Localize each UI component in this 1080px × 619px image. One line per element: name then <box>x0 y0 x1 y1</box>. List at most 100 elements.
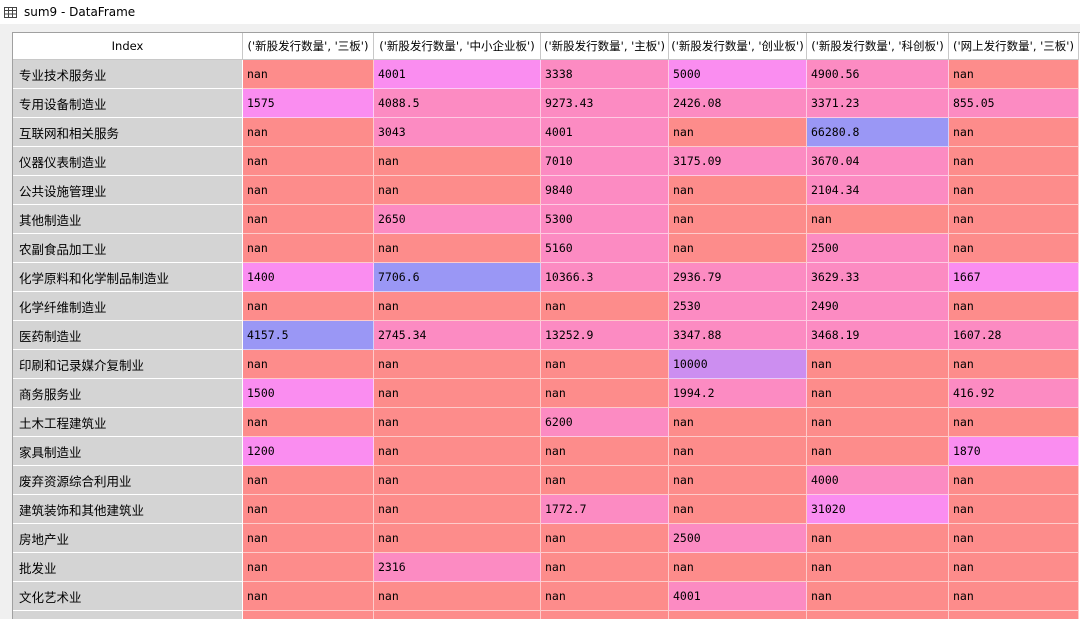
data-cell[interactable]: 1500 <box>243 379 374 408</box>
data-cell[interactable]: nan <box>807 553 949 582</box>
data-cell[interactable]: nan <box>243 553 374 582</box>
data-cell[interactable]: nan <box>541 582 669 611</box>
data-cell[interactable]: nan <box>374 350 541 379</box>
data-cell[interactable]: nan <box>374 379 541 408</box>
data-cell[interactable]: nan <box>669 118 807 147</box>
data-cell[interactable]: nan <box>949 205 1079 234</box>
column-header[interactable]: ('网上发行数量', '三板') <box>949 33 1079 60</box>
row-index-cell[interactable]: 商务服务业 <box>13 379 243 408</box>
data-cell[interactable]: nan <box>949 118 1079 147</box>
data-cell[interactable]: 855.05 <box>949 89 1079 118</box>
row-index-cell[interactable]: 化学纤维制造业 <box>13 292 243 321</box>
data-cell[interactable]: 1772.7 <box>541 495 669 524</box>
data-cell[interactable]: nan <box>374 234 541 263</box>
data-cell[interactable]: nan <box>374 466 541 495</box>
data-cell[interactable]: nan <box>669 205 807 234</box>
row-index-cell[interactable]: 房地产业 <box>13 524 243 553</box>
row-index-cell[interactable]: 专业技术服务业 <box>13 60 243 89</box>
data-cell[interactable]: nan <box>541 524 669 553</box>
data-cell[interactable]: nan <box>541 437 669 466</box>
data-cell[interactable]: 1200 <box>243 437 374 466</box>
data-cell[interactable]: 2936.79 <box>669 263 807 292</box>
data-cell[interactable]: nan <box>541 379 669 408</box>
data-cell[interactable]: 6200 <box>541 408 669 437</box>
data-cell[interactable]: nan <box>807 379 949 408</box>
data-cell[interactable]: 10366.3 <box>541 263 669 292</box>
data-cell[interactable]: 9273.43 <box>541 89 669 118</box>
data-cell[interactable]: 5160 <box>541 234 669 263</box>
data-cell[interactable]: nan <box>243 205 374 234</box>
data-cell[interactable]: 2426.08 <box>669 89 807 118</box>
data-cell[interactable]: 2316 <box>374 553 541 582</box>
data-cell[interactable]: nan <box>949 553 1079 582</box>
data-cell[interactable]: nan <box>949 292 1079 321</box>
data-cell[interactable]: nan <box>243 176 374 205</box>
data-cell[interactable]: nan <box>949 350 1079 379</box>
data-cell[interactable]: nan <box>243 524 374 553</box>
data-cell[interactable]: nan <box>243 147 374 176</box>
data-cell[interactable]: nan <box>243 234 374 263</box>
data-cell[interactable]: nan <box>949 495 1079 524</box>
data-cell[interactable]: 10000 <box>669 350 807 379</box>
data-cell[interactable]: 2650 <box>374 205 541 234</box>
data-cell[interactable]: nan <box>949 408 1079 437</box>
data-cell[interactable]: 1607.28 <box>949 321 1079 350</box>
data-cell[interactable]: 2104.34 <box>807 176 949 205</box>
data-cell[interactable]: 4001 <box>541 118 669 147</box>
data-cell[interactable]: nan <box>807 582 949 611</box>
data-cell[interactable]: nan <box>949 524 1079 553</box>
data-cell[interactable]: nan <box>243 408 374 437</box>
data-cell[interactable]: nan <box>541 350 669 379</box>
data-cell[interactable]: nan <box>669 408 807 437</box>
data-cell[interactable]: nan <box>669 466 807 495</box>
data-cell[interactable]: 5300 <box>541 205 669 234</box>
data-cell[interactable]: nan <box>949 466 1079 495</box>
data-cell[interactable]: nan <box>669 553 807 582</box>
row-index-cell[interactable]: 文化艺术业 <box>13 582 243 611</box>
data-cell[interactable]: 4001 <box>669 582 807 611</box>
row-index-cell[interactable]: 其他制造业 <box>13 205 243 234</box>
data-cell[interactable]: nan <box>669 234 807 263</box>
dataframe-grid-frame[interactable]: Index ('新股发行数量', '三板') ('新股发行数量', '中小企业板'… <box>12 32 1080 619</box>
data-cell[interactable]: 2745.34 <box>374 321 541 350</box>
row-index-cell[interactable]: 农副食品加工业 <box>13 234 243 263</box>
data-cell[interactable]: 2530 <box>669 292 807 321</box>
row-index-cell[interactable]: 医药制造业 <box>13 321 243 350</box>
data-cell[interactable]: 3629.33 <box>807 263 949 292</box>
data-cell[interactable]: 3175.09 <box>669 147 807 176</box>
data-cell[interactable]: nan <box>807 524 949 553</box>
index-column-header[interactable]: Index <box>13 33 243 60</box>
data-cell[interactable]: nan <box>949 176 1079 205</box>
data-cell[interactable]: nan <box>541 292 669 321</box>
data-cell[interactable]: nan <box>243 495 374 524</box>
data-cell[interactable]: 5000 <box>669 60 807 89</box>
data-cell[interactable]: 4088.5 <box>374 89 541 118</box>
data-cell[interactable]: 3347.88 <box>669 321 807 350</box>
data-cell[interactable]: nan <box>243 350 374 379</box>
data-cell[interactable]: nan <box>243 118 374 147</box>
data-cell[interactable]: 1667 <box>949 263 1079 292</box>
data-cell[interactable]: nan <box>807 205 949 234</box>
data-cell[interactable]: 2500 <box>807 234 949 263</box>
data-cell[interactable]: nan <box>243 292 374 321</box>
column-header[interactable]: ('新股发行数量', '主板') <box>541 33 669 60</box>
data-cell[interactable]: nan <box>243 466 374 495</box>
data-cell[interactable]: nan <box>374 408 541 437</box>
data-cell[interactable]: nan <box>807 350 949 379</box>
data-cell[interactable]: 4157.5 <box>243 321 374 350</box>
row-index-cell[interactable]: 土木工程建筑业 <box>13 408 243 437</box>
column-header[interactable]: ('新股发行数量', '三板') <box>243 33 374 60</box>
data-cell[interactable]: nan <box>374 176 541 205</box>
data-cell[interactable]: nan <box>669 437 807 466</box>
row-index-cell[interactable]: 废弃资源综合利用业 <box>13 466 243 495</box>
data-cell[interactable]: 3338 <box>541 60 669 89</box>
data-cell[interactable]: nan <box>243 582 374 611</box>
data-cell[interactable]: nan <box>541 553 669 582</box>
data-cell[interactable]: 4001 <box>374 60 541 89</box>
data-cell[interactable]: 3371.23 <box>807 89 949 118</box>
data-cell[interactable]: nan <box>949 582 1079 611</box>
data-cell[interactable]: 9840 <box>541 176 669 205</box>
data-cell[interactable]: nan <box>374 437 541 466</box>
data-cell[interactable]: 4000 <box>807 466 949 495</box>
data-cell[interactable]: 1400 <box>243 263 374 292</box>
